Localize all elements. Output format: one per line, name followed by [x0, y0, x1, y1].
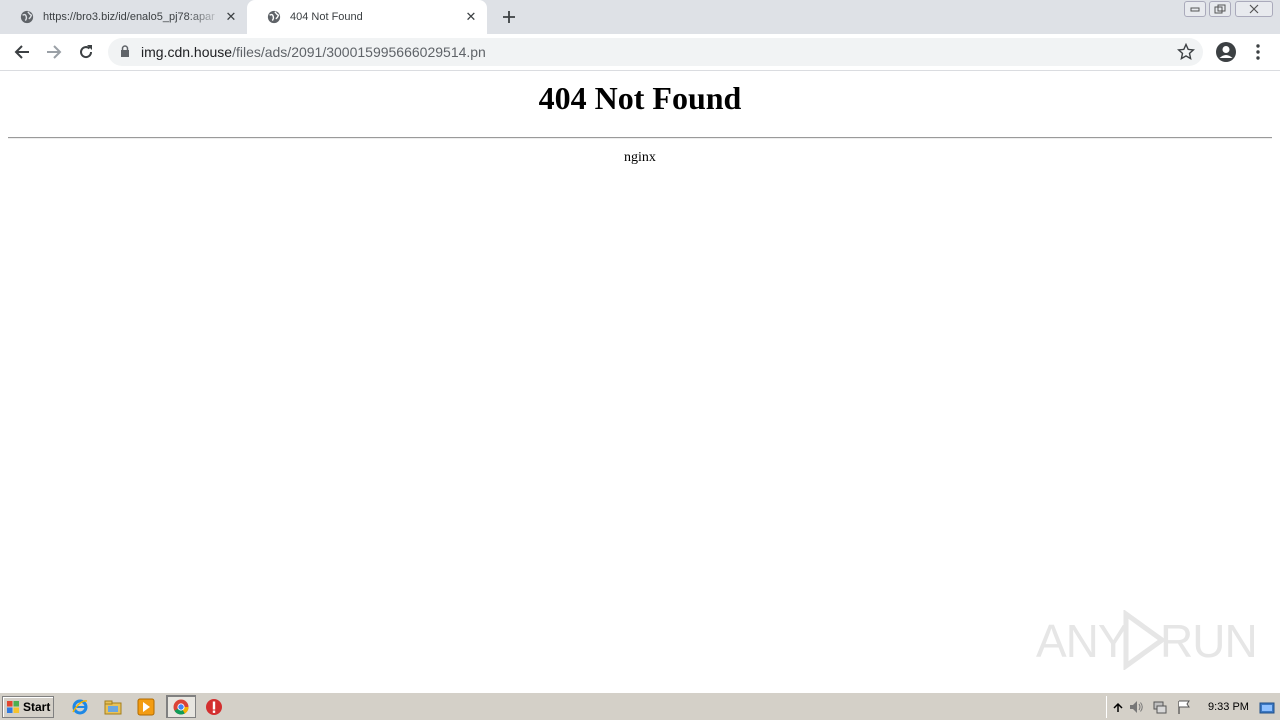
- profile-avatar-icon[interactable]: [1215, 41, 1237, 63]
- back-arrow-icon: [14, 45, 29, 59]
- server-name: nginx: [624, 150, 656, 165]
- internet-explorer-icon[interactable]: [71, 698, 89, 716]
- file-explorer-icon[interactable]: [104, 698, 122, 716]
- more-menu-icon[interactable]: [1250, 42, 1266, 62]
- page-content: 404 Not Found nginx ANY RUN: [0, 72, 1280, 692]
- start-label: Start: [23, 700, 51, 714]
- address-bar[interactable]: img.cdn.house/files/ads/2091/30001599566…: [108, 38, 1203, 66]
- volume-icon[interactable]: [1128, 699, 1144, 715]
- close-window-button[interactable]: [1234, 0, 1274, 18]
- system-tray: [1106, 696, 1280, 718]
- watermark-right: RUN: [1160, 615, 1258, 667]
- url-host: img.cdn.house: [141, 44, 233, 60]
- clock[interactable]: 9:33 PM: [1208, 701, 1249, 713]
- tray-separator: [1106, 696, 1107, 718]
- watermark-left: ANY: [1036, 615, 1129, 667]
- tab-bro3[interactable]: https://bro3.biz/id/enalo5_pj78:apar ✕: [0, 0, 247, 34]
- start-button[interactable]: Start: [2, 696, 54, 718]
- forward-button[interactable]: [42, 40, 66, 64]
- tab-title: https://bro3.biz/id/enalo5_pj78:apar: [43, 11, 215, 23]
- restore-icon: [1214, 4, 1226, 14]
- media-player-icon[interactable]: [137, 698, 155, 716]
- plus-icon: [503, 11, 515, 23]
- divider: [8, 137, 1272, 139]
- show-hidden-icons-icon[interactable]: [1110, 699, 1126, 715]
- tab-404[interactable]: 404 Not Found ✕: [247, 0, 487, 34]
- anyrun-watermark: ANY RUN: [1036, 608, 1258, 672]
- taskbar: Start 9:33 PM: [0, 692, 1280, 720]
- globe-icon: [267, 10, 281, 24]
- action-center-flag-icon[interactable]: [1176, 699, 1192, 715]
- globe-icon: [20, 10, 34, 24]
- close-icon: [1249, 4, 1259, 14]
- chrome-taskbar-button[interactable]: [166, 695, 196, 718]
- opera-warning-icon[interactable]: [205, 698, 223, 716]
- forward-arrow-icon: [47, 45, 62, 59]
- error-heading: 404 Not Found: [538, 80, 742, 116]
- browser-toolbar: img.cdn.house/files/ads/2091/30001599566…: [0, 34, 1280, 71]
- url-text: img.cdn.house/files/ads/2091/30001599566…: [141, 44, 486, 60]
- restore-button[interactable]: [1209, 0, 1231, 18]
- reload-button[interactable]: [74, 40, 98, 64]
- tab-strip: https://bro3.biz/id/enalo5_pj78:apar ✕ 4…: [0, 0, 1280, 34]
- bookmark-star-icon[interactable]: [1177, 43, 1195, 61]
- back-button[interactable]: [10, 40, 34, 64]
- chrome-icon: [173, 699, 189, 715]
- windows-logo-icon: [7, 701, 19, 713]
- close-icon[interactable]: ✕: [463, 9, 479, 25]
- close-icon[interactable]: ✕: [223, 9, 239, 25]
- minimize-icon: [1190, 7, 1200, 12]
- show-desktop-icon[interactable]: [1259, 700, 1275, 716]
- reload-icon: [80, 45, 93, 59]
- lock-icon: [121, 45, 129, 57]
- new-tab-button[interactable]: [498, 7, 520, 27]
- tab-title: 404 Not Found: [290, 11, 363, 23]
- network-icon[interactable]: [1152, 699, 1168, 715]
- url-path: /files/ads/2091/300015995666029514.pn: [232, 44, 486, 60]
- minimize-button[interactable]: [1184, 0, 1206, 18]
